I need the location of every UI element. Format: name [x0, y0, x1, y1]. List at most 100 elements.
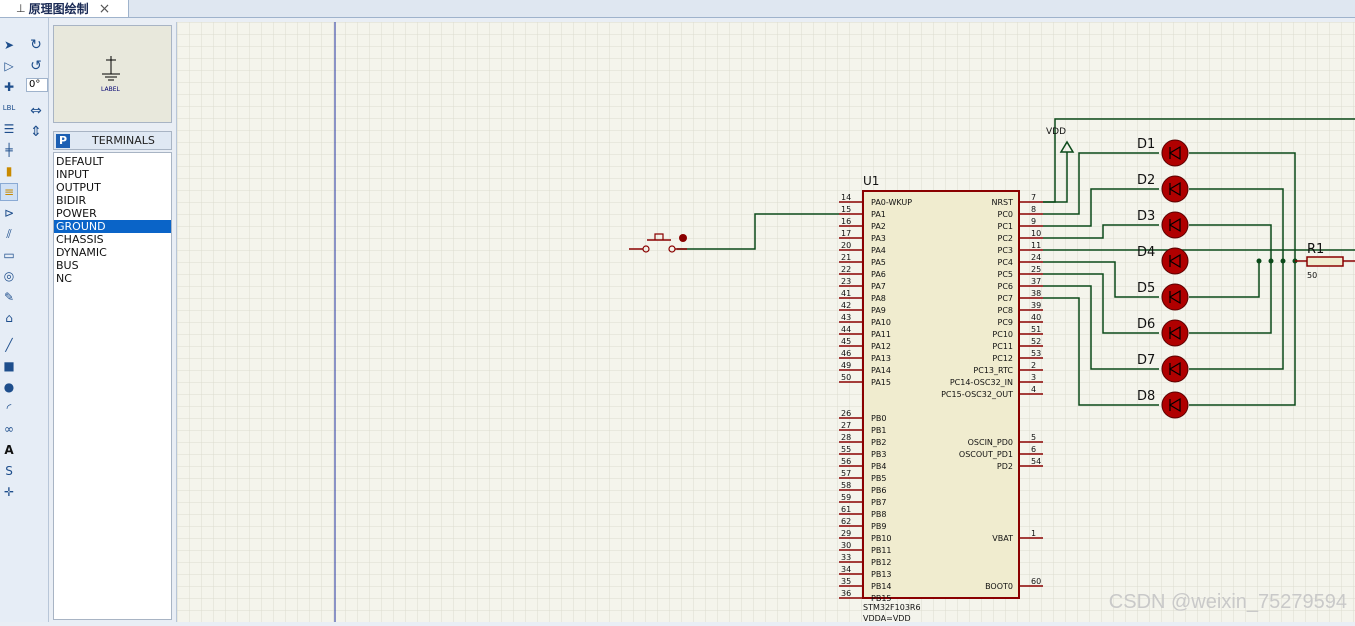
- pin-number: 55: [841, 445, 851, 454]
- close-icon[interactable]: ×: [99, 1, 111, 17]
- pin-name: PB7: [871, 498, 886, 507]
- voltage-probe-icon[interactable]: ✎: [0, 288, 18, 306]
- component-mode-icon[interactable]: ▷: [0, 57, 18, 75]
- pin-number: 36: [841, 589, 851, 598]
- wire-label-icon[interactable]: LBL: [0, 99, 18, 117]
- pick-devices-button[interactable]: P: [56, 133, 70, 148]
- circle-icon[interactable]: ●: [0, 378, 18, 396]
- pin-name: PC5: [998, 270, 1014, 279]
- led-body: [1161, 139, 1189, 167]
- pin-number: 5: [1031, 433, 1036, 442]
- symbol-icon[interactable]: S: [0, 462, 18, 480]
- terminal-item-nc[interactable]: NC: [54, 272, 171, 285]
- terminal-item-bus[interactable]: BUS: [54, 259, 171, 272]
- terminal-item-output[interactable]: OUTPUT: [54, 181, 171, 194]
- junction-icon[interactable]: ✚: [0, 78, 18, 96]
- marker-icon[interactable]: ✛: [0, 483, 18, 501]
- pin-name: PC14-OSC32_IN: [950, 378, 1013, 387]
- pin-number: 3: [1031, 373, 1036, 382]
- pin-number: 61: [841, 505, 851, 514]
- pin-name: PB5: [871, 474, 886, 483]
- led-label: D5: [1137, 281, 1155, 296]
- pin-name: PA11: [871, 330, 891, 339]
- path-icon[interactable]: ∞: [0, 420, 18, 438]
- led-label: D7: [1137, 353, 1155, 368]
- rotation-input[interactable]: 0°: [26, 78, 48, 92]
- box-icon[interactable]: ■: [0, 357, 18, 375]
- led-body: [1161, 175, 1189, 203]
- led-label: D3: [1137, 209, 1155, 224]
- led-body: [1161, 319, 1189, 347]
- pin-number: 59: [841, 493, 851, 502]
- terminal-item-dynamic[interactable]: DYNAMIC: [54, 246, 171, 259]
- pin-number: 62: [841, 517, 851, 526]
- tape-recorder-icon[interactable]: ▭: [0, 246, 18, 264]
- pin-number: 57: [841, 469, 851, 478]
- line-icon[interactable]: ╱: [0, 336, 18, 354]
- pin-number: 60: [1031, 577, 1041, 586]
- generator-icon[interactable]: ◎: [0, 267, 18, 285]
- pin-number: 23: [841, 277, 851, 286]
- pin-name: BOOT0: [985, 582, 1013, 591]
- pin-number: 33: [841, 553, 851, 562]
- pin-name: PC9: [998, 318, 1014, 327]
- vdd-label: VDD: [1046, 127, 1066, 137]
- terminals-list: DEFAULT INPUT OUTPUT BIDIR POWER GROUND CHASSI…: [53, 152, 172, 620]
- terminal-item-bidir[interactable]: BIDIR: [54, 194, 171, 207]
- rotate-ccw-icon[interactable]: ↺: [27, 57, 45, 75]
- junction-dot: [1256, 258, 1262, 264]
- terminal-item-power[interactable]: POWER: [54, 207, 171, 220]
- flip-vertical-icon[interactable]: ⇕: [27, 123, 45, 141]
- bus-icon[interactable]: ╪: [0, 141, 18, 159]
- pin-name: PC11: [992, 342, 1013, 351]
- rotate-cw-icon[interactable]: ↻: [27, 36, 45, 54]
- text-script-icon[interactable]: ☰: [0, 120, 18, 138]
- led-body: [1161, 355, 1189, 383]
- pin-name: PB9: [871, 522, 886, 531]
- schematic-canvas[interactable]: U1 STM32F103R6 VDDA=VDD 14 PA0-WKUP 15 PA1 16 PA…: [176, 22, 1355, 623]
- pin-number: 37: [1031, 277, 1041, 286]
- pin-name: PA8: [871, 294, 886, 303]
- pin-number: 27: [841, 421, 851, 430]
- tab-label: 原理图绘制: [28, 2, 89, 16]
- select-arrow-icon[interactable]: ➤: [0, 36, 18, 54]
- terminal-item-ground[interactable]: GROUND: [54, 220, 171, 233]
- virtual-instrument-icon[interactable]: ⌂: [0, 309, 18, 327]
- pin-number: 39: [1031, 301, 1041, 310]
- terminal-item-default[interactable]: DEFAULT: [54, 155, 171, 168]
- pin-number: 17: [841, 229, 851, 238]
- pin-name: PC7: [998, 294, 1014, 303]
- device-pin-icon[interactable]: ⊳: [0, 204, 18, 222]
- pin-number: 10: [1031, 229, 1041, 238]
- pin-name: PA3: [871, 234, 886, 243]
- pin-number: 15: [841, 205, 851, 214]
- pin-number: 40: [1031, 313, 1041, 322]
- led-body: [1161, 247, 1189, 275]
- subcircuit-icon[interactable]: ▮: [0, 162, 18, 180]
- watermark: CSDN @weixin_75279594: [1108, 591, 1347, 613]
- tab-schematic[interactable]: ⊥ 原理图绘制 ×: [0, 0, 129, 17]
- pin-number: 7: [1031, 193, 1036, 202]
- pin-name: PA13: [871, 354, 891, 363]
- flip-horizontal-icon[interactable]: ⇔: [27, 102, 45, 120]
- led-label: D6: [1137, 317, 1155, 332]
- text-icon[interactable]: A: [0, 441, 18, 459]
- mcu-u1[interactable]: U1STM32F103R6VDDA=VDD14PA0-WKUP15PA116PA…: [839, 174, 1043, 623]
- pin-number: 38: [1031, 289, 1041, 298]
- pin-number: 26: [841, 409, 851, 418]
- terminals-mode-icon[interactable]: ≡: [0, 183, 18, 201]
- pin-number: 41: [841, 289, 851, 298]
- pin-name: PA6: [871, 270, 886, 279]
- terminal-item-chassis[interactable]: CHASSIS: [54, 233, 171, 246]
- pin-number: 45: [841, 337, 851, 346]
- pin-number: 21: [841, 253, 851, 262]
- graph-icon[interactable]: ⫽: [0, 225, 18, 243]
- pin-name: PA5: [871, 258, 886, 267]
- arc-icon[interactable]: ◜: [0, 399, 18, 417]
- pin-number: 28: [841, 433, 851, 442]
- pin-name: PC10: [992, 330, 1013, 339]
- pin-name: PC2: [998, 234, 1014, 243]
- pin-name: OSCIN_PD0: [968, 438, 1013, 447]
- terminals-title: TERMINALS: [92, 134, 155, 147]
- terminal-item-input[interactable]: INPUT: [54, 168, 171, 181]
